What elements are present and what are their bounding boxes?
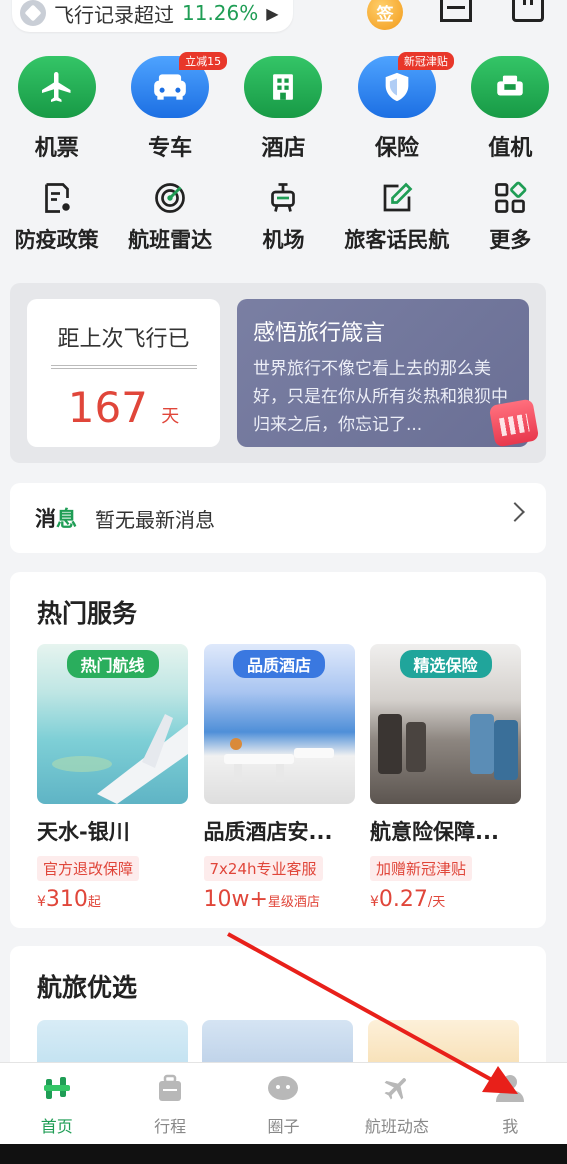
travel-quote-box[interactable]: 感悟旅行箴言 世界旅行不像它看上去的那么美好，只是在你从所有炎热和狼狈中归来之后…: [237, 299, 529, 447]
card-perk: 官方退改保障: [37, 856, 140, 881]
top-bar: 飞行记录超过 11.26% ▶ 签: [0, 0, 567, 38]
sea-plane-image: 热门航线: [37, 644, 188, 804]
service-checkin[interactable]: 值机: [454, 56, 567, 162]
service-label: 机票: [34, 136, 79, 161]
section-title: 航旅优选: [37, 973, 138, 1002]
nav-me[interactable]: 我: [454, 1063, 567, 1144]
plane-status-icon: [384, 1078, 406, 1100]
nav-label: 首页: [40, 1117, 73, 1136]
airplane-cabin-image: 精选保险: [370, 644, 521, 804]
card-price: ¥310起: [37, 887, 101, 912]
main-service-icons: 机票 立减15 专车 酒店 新冠津贴 保险 值机: [0, 52, 567, 162]
since-title: 距上次飞行已: [57, 327, 190, 352]
calendar-icon[interactable]: [488, 398, 540, 448]
promo-badge: 新冠津贴: [397, 52, 454, 70]
price-value: 310: [45, 887, 88, 912]
travel-picks-section: 航旅优选: [10, 946, 546, 1076]
bottom-navigation: 首页 行程 圈子 航班动态 我: [0, 1062, 567, 1144]
shield-icon: 新冠津贴: [357, 52, 454, 118]
card-perk: 加赠新冠津贴: [370, 856, 473, 881]
price-value: 0.27: [378, 887, 428, 912]
service-airport[interactable]: 机场: [227, 180, 340, 254]
service-car[interactable]: 立减15 专车: [113, 52, 228, 162]
scan-icon[interactable]: [440, 0, 472, 22]
home-icon: [43, 1077, 70, 1099]
plane-icon: [17, 56, 96, 118]
play-arrow-icon: ▶: [266, 3, 279, 23]
flight-summary-card: 距上次飞行已 167 天 感悟旅行箴言 世界旅行不像它看上去的那么美好，只是在你…: [10, 283, 546, 463]
service-label: 专车: [148, 136, 193, 161]
service-label: 酒店: [261, 136, 306, 161]
section-title: 热门服务: [37, 599, 138, 628]
card-price: 10w+星级酒店: [203, 887, 320, 912]
message-key-a: 消: [35, 507, 56, 531]
card-name: 航意险保障...: [370, 820, 499, 844]
airport-icon: [271, 183, 296, 212]
nav-label: 圈子: [267, 1117, 300, 1136]
radar-icon: [155, 183, 185, 213]
policy-doc-icon: [44, 183, 70, 213]
chevron-right-icon: [505, 502, 525, 522]
hot-service-card[interactable]: 热门航线 天水-银川 官方退改保障 ¥310起: [37, 644, 188, 912]
days-unit: 天: [161, 406, 180, 427]
hot-service-card[interactable]: 品质酒店 品质酒店安... 7x24h专业客服 10w+星级酒店: [203, 644, 355, 912]
service-label: 值机: [488, 136, 533, 161]
nav-home[interactable]: 首页: [0, 1063, 113, 1144]
service-flight-radar[interactable]: 航班雷达: [113, 180, 226, 254]
service-label: 机场: [262, 228, 305, 252]
hotel-terrace-image: 品质酒店: [203, 644, 355, 804]
days-count: 167: [67, 383, 148, 432]
quote-body: 世界旅行不像它看上去的那么美好，只是在你从所有炎热和狼狈中归来之后，你忘记了..…: [253, 359, 508, 435]
price-value: 10w+: [203, 887, 268, 912]
car-icon: 立减15: [131, 52, 228, 118]
nav-label: 行程: [154, 1117, 187, 1136]
divider: [50, 365, 197, 369]
nav-trips[interactable]: 行程: [113, 1063, 226, 1144]
service-epidemic-policy[interactable]: 防疫政策: [0, 180, 113, 254]
system-navigation-bar: [0, 1144, 567, 1164]
service-label: 防疫政策: [14, 228, 99, 252]
message-value: 暂无最新消息: [95, 507, 215, 532]
service-insurance[interactable]: 新冠津贴 保险: [340, 52, 454, 162]
nav-label: 航班动态: [364, 1117, 429, 1136]
nav-circle[interactable]: 圈子: [227, 1063, 340, 1144]
card-price: ¥0.27/天: [370, 887, 446, 912]
seat-icon: [471, 56, 550, 118]
secondary-service-icons: 防疫政策 航班雷达 机场 旅客话民航 更多: [0, 180, 567, 254]
user-icon: [496, 1075, 525, 1102]
service-label: 航班雷达: [128, 228, 213, 252]
hot-service-card[interactable]: 精选保险 航意险保障... 加赠新冠津贴 ¥0.27/天: [370, 644, 521, 912]
service-label: 更多: [489, 228, 532, 252]
hot-services-section: 热门服务 热门航线 天水-银川 官方退改保障 ¥310起 品质酒店 品质酒店安.…: [10, 572, 546, 928]
record-text: 飞行记录超过: [54, 2, 174, 27]
service-passenger-feedback[interactable]: 旅客话民航: [340, 180, 453, 254]
hotel-building-icon: [244, 56, 323, 118]
message-icon[interactable]: [512, 0, 544, 22]
edit-icon: [383, 182, 413, 212]
card-name: 品质酒店安...: [203, 820, 333, 844]
days-since-flight-box[interactable]: 距上次飞行已 167 天: [27, 299, 220, 447]
quote-title: 感悟旅行箴言: [253, 321, 386, 346]
service-label: 旅客话民航: [344, 228, 450, 252]
service-more[interactable]: 更多: [454, 180, 567, 254]
nav-label: 我: [502, 1117, 519, 1136]
suitcase-icon: [159, 1074, 182, 1101]
promo-badge: 立减15: [179, 52, 228, 70]
message-key-b: 息: [56, 507, 77, 531]
service-label: 保险: [374, 136, 419, 161]
sign-in-button[interactable]: 签: [367, 0, 403, 30]
flight-record-pill[interactable]: 飞行记录超过 11.26% ▶: [12, 0, 293, 32]
service-hotel[interactable]: 酒店: [227, 56, 340, 162]
app-logo-icon: [20, 0, 46, 26]
service-flight-ticket[interactable]: 机票: [0, 56, 113, 162]
message-row[interactable]: 消 息 暂无最新消息: [10, 483, 546, 553]
card-name: 天水-银川: [37, 820, 130, 844]
card-perk: 7x24h专业客服: [203, 856, 323, 881]
record-percent: 11.26%: [182, 1, 259, 25]
circle-chat-icon: [268, 1076, 299, 1100]
nav-flight-status[interactable]: 航班动态: [340, 1063, 453, 1144]
more-grid-icon: [495, 181, 527, 213]
